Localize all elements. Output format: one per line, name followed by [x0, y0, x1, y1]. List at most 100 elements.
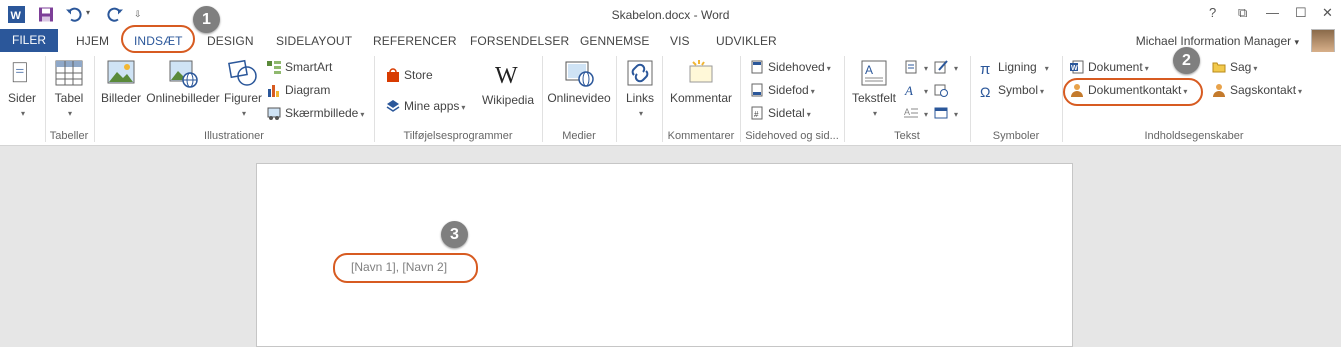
table-icon	[55, 60, 83, 86]
separator	[616, 56, 617, 142]
highlight-tab-indsaet	[121, 25, 195, 53]
ribbon-tabs: FILER HJEM INDSÆT DESIGN SIDELAYOUT REFE…	[0, 29, 1341, 53]
onlinevideo-button[interactable]: Onlinevideo	[546, 58, 612, 105]
mine-apps-dropdown-icon: ▾	[461, 103, 466, 112]
figurer-button[interactable]: Figurer ▾	[223, 58, 263, 119]
minimize-icon[interactable]: —	[1266, 5, 1279, 20]
date-time-button[interactable]	[934, 83, 952, 97]
tabel-button[interactable]: Tabel ▾	[50, 58, 88, 119]
skaermbillede-label: Skærmbillede	[285, 106, 359, 120]
sidehoved-button[interactable]: Sidehoved ▾	[750, 60, 831, 74]
sidefod-label: Sidefod	[768, 83, 809, 97]
onlinebilleder-label: Onlinebilleder	[146, 91, 220, 105]
mine-apps-button[interactable]: Mine apps ▾	[386, 99, 465, 113]
highlight-dokumentkontakt	[1063, 78, 1203, 106]
sagskontakt-dropdown-icon: ▾	[1298, 87, 1303, 96]
callout-badge-1: 1	[193, 6, 220, 33]
mine-apps-label: Mine apps	[404, 99, 460, 113]
sagskontakt-button[interactable]: Sagskontakt ▾	[1212, 83, 1302, 97]
user-name[interactable]: Michael Information Manager ▾	[1136, 34, 1299, 48]
signature-line-button[interactable]: ▾	[934, 60, 958, 74]
folder-icon	[1212, 62, 1226, 73]
quick-parts-button[interactable]: ▾	[904, 60, 928, 74]
dokument-button[interactable]: W Dokument ▾	[1070, 60, 1149, 74]
tab-udvikler[interactable]: UDVIKLER	[716, 34, 777, 48]
store-button[interactable]: Store	[386, 68, 433, 82]
tekstfelt-dropdown-icon: ▾	[872, 109, 877, 118]
user-menu-caret-icon[interactable]: ▾	[1294, 37, 1299, 47]
help-icon[interactable]: ?	[1209, 5, 1216, 20]
case-contact-icon	[1213, 84, 1225, 97]
ribbon-display-options-icon[interactable]: ⧉	[1238, 5, 1247, 21]
pictures-icon	[107, 60, 135, 84]
dokument-label: Dokument	[1088, 60, 1143, 74]
wikipedia-icon: W	[495, 63, 518, 89]
sidefod-button[interactable]: Sidefod ▾	[750, 83, 815, 97]
callout-badge-2: 2	[1173, 47, 1200, 74]
tab-gennemse[interactable]: GENNEMSE	[580, 34, 649, 48]
tab-hjem[interactable]: HJEM	[76, 34, 109, 48]
skaermbillede-button[interactable]: Skærmbillede ▾	[267, 106, 364, 120]
group-label-tilfoejelsesprogrammer: Tilføjelsesprogrammer	[403, 130, 513, 142]
object-button[interactable]: ▾	[934, 106, 958, 120]
wordart-dropdown-icon: ▾	[924, 87, 929, 96]
maximize-icon[interactable]: ☐	[1295, 5, 1307, 21]
tab-design[interactable]: DESIGN	[207, 34, 254, 48]
smartart-button[interactable]: SmartArt	[267, 60, 332, 74]
links-icon	[627, 60, 653, 86]
online-pictures-icon	[169, 60, 198, 88]
document-icon: W	[1070, 60, 1084, 74]
footer-icon	[751, 83, 763, 97]
sider-button[interactable]: Sider ▾	[6, 58, 38, 119]
billeder-label: Billeder	[100, 91, 142, 105]
group-label-medier: Medier	[562, 130, 596, 142]
signature-line-icon	[934, 60, 948, 74]
highlight-placeholder	[333, 253, 478, 283]
kommentar-button[interactable]: Kommentar	[666, 58, 736, 105]
signature-line-dropdown-icon: ▾	[954, 64, 959, 73]
onlinebilleder-button[interactable]: Onlinebilleder	[144, 58, 222, 105]
wordart-icon: A	[904, 83, 913, 97]
tekstfelt-button[interactable]: A Tekstfelt ▾	[848, 58, 900, 119]
equation-icon: π	[980, 61, 991, 78]
tab-sidelayout[interactable]: SIDELAYOUT	[276, 34, 352, 48]
tabel-dropdown-icon: ▾	[67, 109, 72, 118]
comment-icon	[689, 60, 713, 83]
tab-forsendelser[interactable]: FORSENDELSER	[470, 34, 569, 48]
tab-vis[interactable]: VIS	[670, 34, 690, 48]
store-icon	[387, 68, 399, 82]
group-label-tabeller: Tabeller	[49, 130, 89, 142]
wordart-button[interactable]: A ▾	[904, 83, 928, 97]
text-box-icon: A	[861, 60, 887, 86]
sidetal-label: Sidetal	[768, 106, 805, 120]
symbol-button[interactable]: Ω Symbol ▾	[980, 83, 1045, 100]
sider-label: Sider	[7, 91, 36, 105]
ligning-dropdown-icon: ▾	[1044, 64, 1049, 73]
sagskontakt-label: Sagskontakt	[1230, 83, 1297, 97]
shapes-icon	[228, 59, 257, 86]
avatar[interactable]	[1311, 29, 1335, 53]
links-button[interactable]: Links ▾	[622, 58, 658, 119]
ligning-label: Ligning	[998, 60, 1037, 74]
close-icon[interactable]: ✕	[1322, 5, 1333, 21]
object-icon	[934, 107, 948, 119]
quick-parts-dropdown-icon: ▾	[924, 64, 929, 73]
billeder-button[interactable]: Billeder	[100, 58, 142, 105]
group-label-tekst: Tekst	[894, 130, 920, 142]
smartart-label: SmartArt	[285, 60, 333, 74]
tab-file[interactable]: FILER	[0, 29, 58, 52]
wikipedia-label: Wikipedia	[481, 93, 535, 107]
wikipedia-button[interactable]: W Wikipedia	[478, 60, 538, 107]
sidetal-button[interactable]: # Sidetal ▾	[750, 106, 811, 120]
svg-text:W: W	[495, 63, 518, 89]
sider-dropdown-icon: ▾	[20, 109, 25, 118]
ligning-button[interactable]: π Ligning ▾	[980, 60, 1049, 78]
tekstfelt-label: Tekstfelt	[851, 91, 896, 105]
diagram-button[interactable]: Diagram	[267, 83, 330, 97]
sag-button[interactable]: Sag ▾	[1212, 60, 1257, 74]
pages-icon	[12, 62, 27, 83]
sidehoved-label: Sidehoved	[768, 60, 825, 74]
symbol-dropdown-icon: ▾	[1040, 87, 1045, 96]
drop-cap-button[interactable]: A ▾	[904, 106, 928, 120]
tab-referencer[interactable]: REFERENCER	[373, 34, 457, 48]
